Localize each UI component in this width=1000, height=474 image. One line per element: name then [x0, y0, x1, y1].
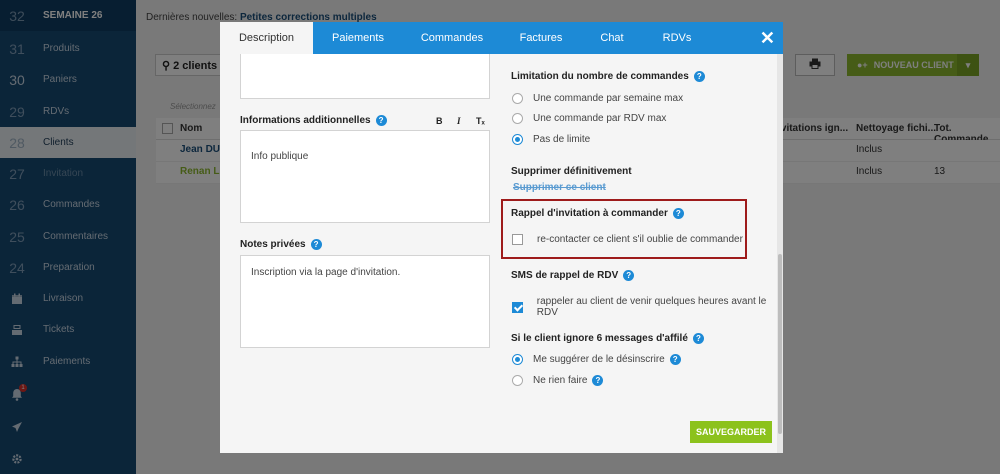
- help-icon[interactable]: ?: [592, 375, 604, 386]
- help-icon[interactable]: ?: [669, 354, 681, 365]
- option-label: Pas de limite: [533, 134, 591, 145]
- help-icon[interactable]: ?: [623, 270, 635, 281]
- option-label: Me suggérer de le désinscrire: [533, 354, 665, 365]
- private-notes-title: Notes privées: [240, 239, 306, 250]
- additional-info-title: Informations additionnelles: [240, 115, 371, 126]
- option-label: re-contacter ce client s'il oublie de co…: [537, 234, 743, 245]
- italic-button[interactable]: I: [457, 116, 461, 126]
- private-notes-value: Inscription via la page d'invitation.: [251, 267, 401, 278]
- radio-button[interactable]: [512, 113, 523, 124]
- modal-scrollbar[interactable]: [777, 54, 783, 453]
- save-button[interactable]: SAUVEGARDER: [690, 421, 772, 443]
- tab-chat[interactable]: Chat: [581, 22, 643, 54]
- modal-tabs: Description Paiements Commandes Factures…: [220, 22, 783, 54]
- delete-label: Supprimer définitivement: [511, 166, 632, 177]
- radio-button[interactable]: [512, 134, 523, 145]
- additional-info-value: Info publique: [251, 151, 309, 162]
- help-icon[interactable]: ?: [310, 239, 322, 250]
- sms-label: SMS de rappel de RDV ?: [511, 270, 635, 281]
- clear-format-button[interactable]: Tₓ: [476, 116, 485, 126]
- option-label: Ne rien faire: [533, 375, 588, 386]
- ignore-title: Si le client ignore 6 messages d'affilé: [511, 333, 688, 344]
- delete-title: Supprimer définitivement: [511, 166, 632, 177]
- bold-button[interactable]: B: [436, 116, 443, 126]
- help-icon[interactable]: ?: [693, 71, 705, 82]
- order-limit-label: Limitation du nombre de commandes ?: [511, 71, 705, 82]
- ignore-option-suggest[interactable]: Me suggérer de le désinscrire ?: [512, 354, 681, 365]
- ignore-label: Si le client ignore 6 messages d'affilé …: [511, 333, 704, 344]
- invite-reminder-label: Rappel d'invitation à commander ?: [511, 208, 684, 219]
- sms-title: SMS de rappel de RDV: [511, 270, 619, 281]
- option-label: Une commande par semaine max: [533, 93, 684, 104]
- additional-info-label: Informations additionnelles ?: [240, 115, 387, 126]
- private-notes-field[interactable]: Inscription via la page d'invitation.: [240, 255, 490, 348]
- radio-button[interactable]: [512, 375, 523, 386]
- scrollbar-thumb[interactable]: [778, 254, 782, 434]
- delete-client-link[interactable]: Supprimer ce client: [513, 182, 606, 193]
- sms-option[interactable]: rappeler au client de venir quelques heu…: [512, 296, 783, 318]
- description-field[interactable]: [240, 54, 490, 99]
- tab-factures[interactable]: Factures: [501, 22, 581, 54]
- ignore-option-nothing[interactable]: Ne rien faire ?: [512, 375, 604, 386]
- invite-reminder-option[interactable]: re-contacter ce client s'il oublie de co…: [512, 234, 743, 245]
- option-label: Une commande par RDV max: [533, 113, 667, 124]
- tab-paiements[interactable]: Paiements: [313, 22, 403, 54]
- private-notes-label: Notes privées ?: [240, 239, 322, 250]
- sms-checkbox[interactable]: [512, 301, 523, 313]
- order-limit-title: Limitation du nombre de commandes: [511, 71, 689, 82]
- radio-button[interactable]: [512, 93, 523, 104]
- order-limit-option-none[interactable]: Pas de limite: [512, 134, 590, 145]
- help-icon[interactable]: ?: [375, 115, 387, 126]
- help-icon[interactable]: ?: [692, 333, 704, 344]
- radio-button[interactable]: [512, 354, 523, 365]
- invite-reminder-checkbox[interactable]: [512, 234, 523, 245]
- invite-reminder-title: Rappel d'invitation à commander: [511, 208, 668, 219]
- order-limit-option-rdv[interactable]: Une commande par RDV max: [512, 113, 666, 124]
- tab-rdvs[interactable]: RDVs: [643, 22, 711, 54]
- client-modal: Description Paiements Commandes Factures…: [220, 22, 783, 453]
- close-icon[interactable]: ✕: [760, 28, 775, 49]
- help-icon[interactable]: ?: [672, 208, 684, 219]
- additional-info-field[interactable]: Info publique: [240, 130, 490, 223]
- tab-description[interactable]: Description: [220, 22, 313, 54]
- option-label: rappeler au client de venir quelques heu…: [536, 296, 767, 318]
- order-limit-option-weekly[interactable]: Une commande par semaine max: [512, 93, 683, 104]
- tab-commandes[interactable]: Commandes: [403, 22, 501, 54]
